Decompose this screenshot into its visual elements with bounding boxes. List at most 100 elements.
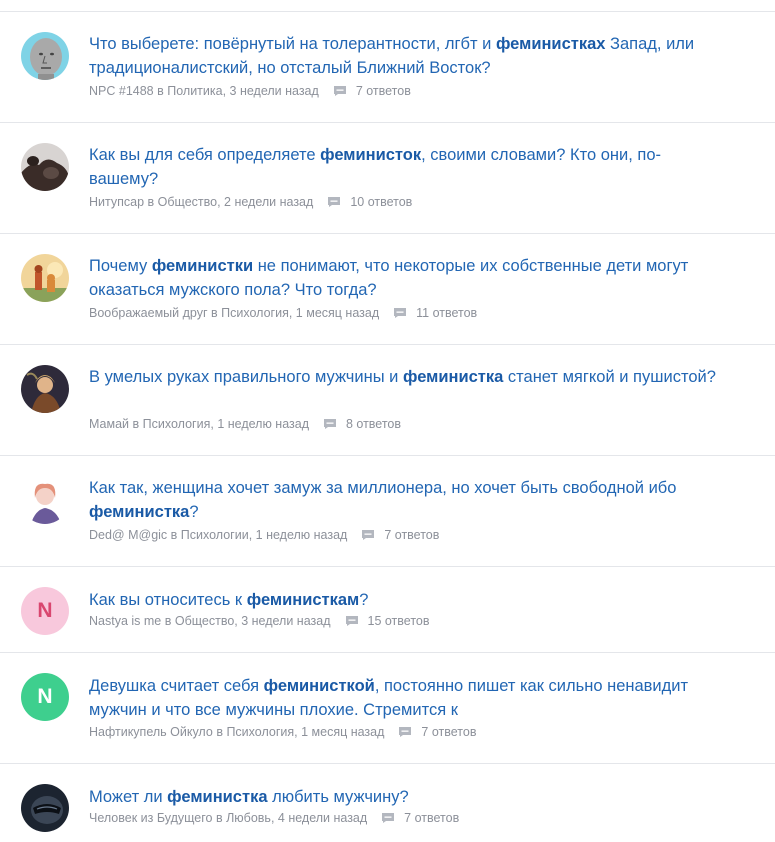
photo-avatar-image [21, 365, 69, 413]
question-meta: NPC #1488 в Политика, 3 недели назад 7 о… [89, 82, 411, 100]
category-link[interactable]: Общество [175, 612, 234, 630]
title-highlight: феминистка [89, 503, 190, 521]
question-title-link[interactable]: Что выберете: повёрнутый на толерантност… [89, 32, 729, 80]
title-text: Как так, женщина хочет замуж за миллионе… [89, 479, 677, 497]
comment-icon [323, 419, 336, 429]
question-title-link[interactable]: Как вы относитесь к феминисткам? [89, 588, 729, 612]
in-word: в [147, 195, 155, 209]
category-link[interactable]: Психология [221, 304, 289, 322]
title-text: Как вы для себя определяете [89, 146, 321, 164]
category-link[interactable]: Общество [158, 193, 217, 211]
divider [0, 122, 775, 123]
comment-icon [394, 308, 407, 318]
category-link[interactable]: Психология [226, 723, 294, 741]
in-word: в [132, 417, 140, 431]
comment-icon [362, 530, 375, 540]
category-link[interactable]: Любовь [226, 809, 271, 827]
timestamp: 2 недели назад [224, 195, 314, 209]
question-meta: Воображаемый друг в Психология, 1 месяц … [89, 304, 478, 322]
timestamp: 3 недели назад [241, 614, 331, 628]
title-text: любить мужчину? [267, 788, 409, 806]
in-word: в [211, 306, 218, 320]
npc-avatar-image [21, 32, 69, 80]
question-title-link[interactable]: Как вы для себя определяете феминисток, … [89, 143, 729, 191]
timestamp: 1 месяц назад [301, 725, 385, 739]
timestamp: 4 недели назад [277, 811, 368, 825]
answers-count-link[interactable]: 7 ответов [384, 526, 439, 544]
avatar[interactable] [21, 32, 69, 80]
answers-count-link[interactable]: 7 ответов [356, 82, 411, 100]
author-link[interactable]: Нитупсар [89, 193, 144, 211]
title-highlight: феминисткам [246, 591, 360, 609]
timestamp: 1 неделю назад [217, 417, 309, 431]
title-highlight: феминистка [402, 368, 504, 386]
comment-icon [328, 197, 341, 207]
avatar-letter: N [37, 599, 53, 622]
timestamp: 1 месяц назад [295, 306, 380, 320]
question-feed: Что выберете: повёрнутый на толерантност… [0, 0, 775, 842]
author-link[interactable]: Ded@ M@gic [89, 526, 167, 544]
divider [0, 344, 775, 345]
in-word: в [215, 811, 223, 825]
title-text: В умелых руках правильного мужчины и [89, 368, 403, 386]
author-link[interactable]: Нафтикупель Ойкуло [89, 723, 213, 741]
question-meta: Человек из Будущего в Любовь, 4 недели н… [89, 809, 460, 827]
timestamp: 3 недели назад [229, 84, 319, 98]
question-meta: Нафтикупель Ойкуло в Психология, 1 месяц… [89, 723, 477, 741]
avatar[interactable]: N [21, 673, 69, 721]
author-link[interactable]: NPC #1488 [89, 82, 154, 100]
title-text: Девушка считает себя [89, 677, 264, 695]
category-link[interactable]: Психология [143, 415, 211, 433]
category-link[interactable]: Психологии [181, 526, 249, 544]
divider [0, 455, 775, 456]
photo-avatar-image [21, 254, 69, 302]
question-title-link[interactable]: Почему феминистки не понимают, что некот… [89, 254, 729, 302]
title-text: станет мягкой и пушистой? [503, 368, 716, 386]
divider [0, 11, 775, 12]
author-link[interactable]: Мамай [89, 415, 129, 433]
author-link[interactable]: Человек из Будущего [89, 809, 212, 827]
photo-avatar-image [21, 476, 69, 524]
answers-count-link[interactable]: 10 ответов [350, 193, 412, 211]
in-word: в [170, 528, 178, 542]
answers-count-link[interactable]: 11 ответов [416, 304, 477, 322]
avatar[interactable] [21, 476, 69, 524]
avatar[interactable] [21, 784, 69, 832]
title-text: ? [359, 591, 369, 609]
comment-icon [399, 727, 412, 737]
question-title-link[interactable]: Как так, женщина хочет замуж за миллионе… [89, 476, 729, 524]
avatar[interactable] [21, 254, 69, 302]
title-highlight: феминисток [320, 146, 422, 164]
avatar[interactable]: N [21, 587, 69, 635]
category-link[interactable]: Политика [167, 82, 222, 100]
title-text: ? [189, 503, 199, 521]
in-word: в [164, 614, 172, 628]
answers-count-link[interactable]: 7 ответов [421, 723, 476, 741]
question-title-link[interactable]: В умелых руках правильного мужчины и фем… [89, 365, 729, 389]
question-meta: Нитупсар в Общество, 2 недели назад 10 о… [89, 193, 413, 211]
title-text: Может ли [89, 788, 168, 806]
title-text: Как вы относитесь к [89, 591, 247, 609]
timestamp: 1 неделю назад [255, 528, 348, 542]
question-meta: Мамай в Психология, 1 неделю назад 8 отв… [89, 415, 402, 433]
title-text: Почему [89, 257, 152, 275]
avatar[interactable] [21, 365, 69, 413]
avatar-letter: N [37, 685, 53, 708]
title-highlight: феминистках [495, 35, 606, 53]
title-highlight: феминистка [167, 788, 268, 806]
comment-icon [333, 86, 346, 96]
question-meta: Nastya is me в Общество, 3 недели назад … [89, 612, 430, 630]
answers-count-link[interactable]: 8 ответов [346, 415, 401, 433]
question-title-link[interactable]: Девушка считает себя феминисткой, постоя… [89, 674, 729, 722]
avatar[interactable] [21, 143, 69, 191]
question-title-link[interactable]: Может ли феминистка любить мужчину? [89, 785, 729, 809]
photo-avatar-image [21, 143, 69, 191]
author-link[interactable]: Воображаемый друг [89, 304, 208, 322]
answers-count-link[interactable]: 7 ответов [404, 809, 459, 827]
divider [0, 652, 775, 653]
title-highlight: феминисткой [263, 677, 375, 695]
author-link[interactable]: Nastya is me [89, 612, 161, 630]
divider [0, 566, 775, 567]
answers-count-link[interactable]: 15 ответов [368, 612, 430, 630]
title-highlight: феминистки [151, 257, 254, 275]
